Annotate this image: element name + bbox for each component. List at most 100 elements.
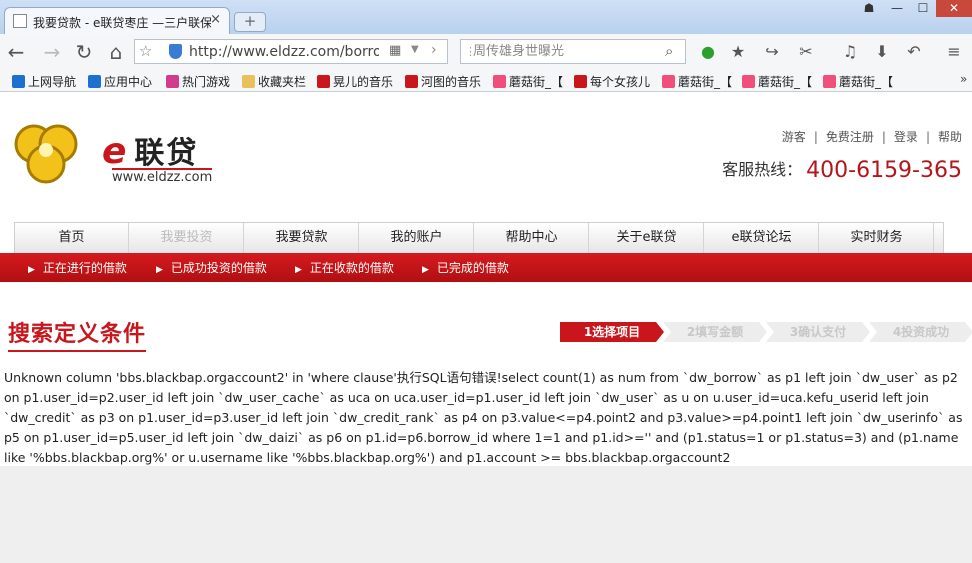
subnav-item-0[interactable]: ▶ 正在进行的借款 (28, 259, 127, 276)
site-logo[interactable]: e 联贷 www.eldzz.com (10, 120, 230, 188)
go-arrow-icon[interactable]: › (431, 42, 437, 58)
bookmark-label: 每个女孩儿 (590, 75, 651, 89)
address-url[interactable]: http://www.eldzz.com/borrow (189, 44, 379, 60)
bookmark-item[interactable]: 热门游戏 (166, 73, 230, 90)
new-tab-button[interactable]: + (234, 12, 266, 32)
subnav-label: 正在收款的借款 (309, 261, 394, 275)
chevron-right-icon: ▶ (422, 265, 429, 275)
bookmark-star-icon[interactable]: ☆ (139, 42, 152, 60)
step-2: 2填写金额 (663, 322, 767, 342)
step-label: 3确认支付 (789, 325, 847, 339)
step-label: 2填写金额 (686, 325, 744, 339)
nav-item-4[interactable]: 帮助中心 (475, 223, 589, 253)
bookmark-item[interactable]: 蘑菇街_【 (742, 73, 812, 90)
download-icon[interactable]: ⬇ (872, 42, 892, 62)
bookmark-label: 蘑菇街_【 (509, 75, 564, 89)
nav-item-3[interactable]: 我的账户 (360, 223, 474, 253)
more-bookmarks-icon[interactable]: » (960, 72, 967, 86)
bookmark-label: 蘑菇街_【 (758, 75, 813, 89)
bookmarks-bar: 上网导航 应用中心 热门游戏 收藏夹栏 晃儿的音乐 河图的音乐 蘑菇街_【 每个女孩儿 蘑菇街_… (0, 70, 972, 92)
subnav-label: 已完成的借款 (436, 261, 509, 275)
reload-icon[interactable]: ↻ (72, 40, 96, 64)
address-bar[interactable]: ☆ http://www.eldzz.com/borrow ▦ ▼ › (134, 39, 448, 64)
nav-item-0[interactable]: 首页 (15, 223, 129, 253)
bookmark-icon (405, 75, 418, 88)
favorite-star-icon[interactable]: ★ (728, 42, 748, 62)
volume-icon[interactable]: ♫ (840, 42, 860, 62)
bookmark-item[interactable]: 上网导航 (12, 73, 76, 90)
bookmark-label: 上网导航 (28, 75, 77, 89)
bookmark-icon (242, 75, 255, 88)
page-footer-area (0, 466, 972, 563)
bookmark-icon (493, 75, 506, 88)
bookmark-label: 应用中心 (104, 75, 153, 89)
login-link[interactable]: 登录 (894, 130, 918, 144)
back-arrow-icon[interactable]: ← (4, 40, 28, 64)
undo-icon[interactable]: ↶ (904, 42, 924, 62)
logo-circles-icon (14, 124, 78, 184)
maximize-button[interactable]: ☐ (910, 0, 936, 17)
hotline-number: 400-6159-365 (806, 158, 962, 183)
bookmark-item[interactable]: 蘑菇街_【 (662, 73, 732, 90)
step-3: 3确认支付 (766, 322, 870, 342)
bookmark-icon (317, 75, 330, 88)
tab-title: 我要贷款 - e联贷枣庄 —三户联保 (33, 16, 211, 30)
page-icon (13, 14, 27, 28)
nav-item-5[interactable]: 关于e联贷 (590, 223, 704, 253)
home-icon[interactable]: ⌂ (104, 40, 128, 64)
bookmark-icon (166, 75, 179, 88)
qr-code-icon[interactable]: ▦ (389, 43, 401, 58)
nav-item-2[interactable]: 我要贷款 (245, 223, 359, 253)
step-1: 1选择项目 (560, 322, 664, 342)
search-box[interactable]: ⋮ ⌕ (460, 39, 686, 64)
bookmark-label: 蘑菇街_【 (678, 75, 733, 89)
bookmark-item[interactable]: 蘑菇街_【 (493, 73, 563, 90)
subnav-item-3[interactable]: ▶ 已完成的借款 (422, 259, 509, 276)
chevron-right-icon: ▶ (28, 265, 35, 275)
web-page: e 联贷 www.eldzz.com 游客 | 免费注册 | 登录 | 帮助 客服热线： 400… (0, 92, 972, 563)
forward-arrow-icon[interactable]: → (40, 40, 64, 64)
bookmark-icon (742, 75, 755, 88)
bookmark-item[interactable]: 蘑菇街_【 (823, 73, 893, 90)
service-hotline: 客服热线： 400-6159-365 (722, 156, 962, 183)
chevron-right-icon: ▶ (295, 265, 302, 275)
browser-toolbar: ← → ↻ ⌂ ☆ http://www.eldzz.com/borrow ▦ … (0, 34, 972, 70)
bookmark-icon (823, 75, 836, 88)
step-4: 4投资成功 (869, 322, 972, 342)
subnav-label: 已成功投资的借款 (170, 261, 267, 275)
search-input[interactable] (473, 42, 653, 61)
chevron-down-icon[interactable]: ▼ (411, 44, 419, 55)
close-tab-icon[interactable]: × (210, 12, 221, 27)
help-link[interactable]: 帮助 (938, 130, 962, 144)
bookmark-item[interactable]: 收藏夹栏 (242, 73, 306, 90)
bookmark-item[interactable]: 河图的音乐 (405, 73, 481, 90)
sql-error-message: Unknown column 'bbs.blackbap.orgaccount2… (4, 370, 963, 465)
nav-item-6[interactable]: e联贷论坛 (705, 223, 819, 253)
logo-url: www.eldzz.com (112, 168, 213, 185)
nav-item-7[interactable]: 实时财务 (820, 223, 934, 253)
bookmark-item[interactable]: 应用中心 (88, 73, 152, 90)
section-title: 搜索定义条件 (8, 316, 147, 352)
subnav-item-1[interactable]: ▶ 已成功投资的借款 (156, 259, 267, 276)
minimize-button[interactable]: — (884, 0, 910, 17)
guest-link[interactable]: 游客 (782, 130, 806, 144)
register-link[interactable]: 免费注册 (826, 130, 874, 144)
bookmark-label: 收藏夹栏 (258, 75, 307, 89)
window-menu-icon[interactable]: ☗ (856, 0, 882, 17)
menu-icon[interactable]: ≡ (944, 42, 964, 62)
nav-item-1[interactable]: 我要投资 (130, 223, 244, 253)
bookmark-icon (12, 75, 25, 88)
bookmark-icon (574, 75, 587, 88)
subnav-item-2[interactable]: ▶ 正在收款的借款 (295, 259, 394, 276)
bookmark-item[interactable]: 每个女孩儿 (574, 73, 650, 90)
close-window-button[interactable]: ✕ (936, 0, 972, 17)
subnav-label: 正在进行的借款 (42, 261, 127, 275)
step-label: 4投资成功 (892, 325, 950, 339)
scissors-icon[interactable]: ✂ (796, 42, 816, 62)
chat-icon[interactable]: ● (698, 42, 718, 62)
share-icon[interactable]: ↪ (762, 42, 782, 62)
browser-tab[interactable]: 我要贷款 - e联贷枣庄 —三户联保 × (4, 7, 230, 34)
bookmark-item[interactable]: 晃儿的音乐 (317, 73, 393, 90)
search-icon[interactable]: ⌕ (665, 42, 673, 60)
chevron-right-icon: ▶ (156, 265, 163, 275)
